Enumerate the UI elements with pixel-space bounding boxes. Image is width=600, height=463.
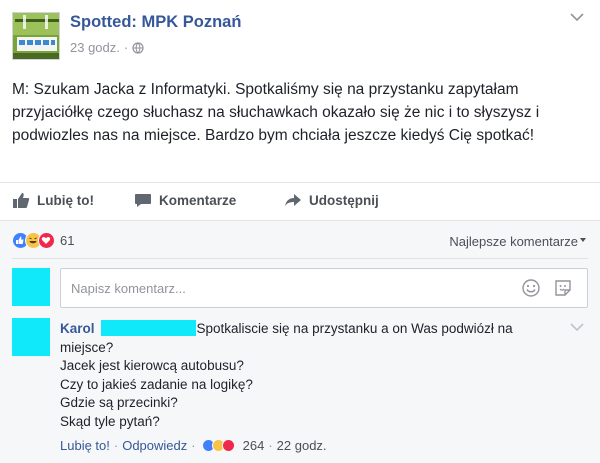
post-text: M: Szukam Jacka z Informatyki. Spotkaliś…	[12, 81, 540, 144]
comment-input-placeholder: Napisz komentarz...	[71, 281, 186, 296]
comment-like-link[interactable]: Lubię to!	[60, 438, 110, 453]
page-name-link[interactable]: Spotted: MPK Poznań	[70, 13, 241, 32]
comment-button-label: Komentarze	[159, 192, 237, 208]
comment-line: Jacek jest kierowcą autobusu?	[60, 358, 244, 373]
love-reaction-icon	[38, 232, 55, 249]
chevron-down-icon[interactable]	[570, 12, 584, 22]
chevron-down-icon[interactable]	[570, 322, 584, 332]
comment-line: Skąd tyle pytań?	[60, 413, 160, 429]
like-button[interactable]: Lubię to!	[12, 191, 94, 209]
divider	[12, 258, 588, 259]
post-timestamp[interactable]: 23 godz.	[70, 40, 120, 55]
reaction-summary[interactable]: 61	[12, 232, 74, 249]
comment-line: Czy to jakieś zadanie na logikę?	[60, 376, 253, 392]
comment-author-link[interactable]: Karol	[60, 321, 95, 336]
meta-separator: ·	[123, 40, 129, 55]
post-meta: 23 godz. ·	[70, 40, 144, 55]
comment-body: Karol Spotkaliscie się na przystanku a on…	[60, 320, 560, 431]
share-button[interactable]: Udostępnij	[284, 191, 379, 209]
like-button-label: Lubię to!	[37, 192, 94, 208]
thumbs-up-icon	[13, 193, 30, 208]
comment-reaction-count: 264	[242, 438, 265, 453]
comment-button[interactable]: Komentarze	[134, 191, 236, 209]
page-avatar[interactable]	[12, 12, 60, 60]
share-button-label: Udostępnij	[309, 192, 379, 208]
comment-reply-link[interactable]: Odpowiedz	[122, 438, 187, 453]
speech-bubble-icon	[135, 194, 151, 207]
comment-input[interactable]: Napisz komentarz...	[60, 268, 588, 308]
footer-separator: ·	[268, 438, 273, 453]
comment-sort-dropdown[interactable]: Najlepsze komentarze	[449, 234, 578, 249]
comment-reactions[interactable]	[201, 439, 235, 452]
post-header: Spotted: MPK Poznań 23 godz. ·	[0, 0, 600, 66]
tram-logo-image	[13, 13, 59, 59]
post-action-bar: Lubię to! Komentarze Udostępnij	[0, 182, 600, 218]
sticker-icon[interactable]	[553, 278, 573, 298]
globe-icon	[132, 41, 144, 54]
comment-footer: Lubię to! · Odpowiedz · 264 · 22 godz.	[60, 438, 327, 453]
footer-separator: ·	[191, 438, 196, 453]
current-user-avatar-redacted	[12, 268, 50, 306]
footer-separator: ·	[113, 438, 119, 453]
share-arrow-icon	[285, 194, 301, 206]
comment-timestamp[interactable]: 22 godz.	[277, 438, 327, 453]
redacted-name-block	[100, 320, 196, 336]
smiley-icon[interactable]	[521, 278, 541, 298]
comment-line: Gdzie są przecinki?	[60, 395, 178, 410]
reaction-count: 61	[60, 233, 75, 248]
love-reaction-icon	[221, 439, 235, 452]
commenter-avatar-redacted[interactable]	[12, 318, 50, 356]
caret-down-icon[interactable]	[580, 238, 586, 242]
